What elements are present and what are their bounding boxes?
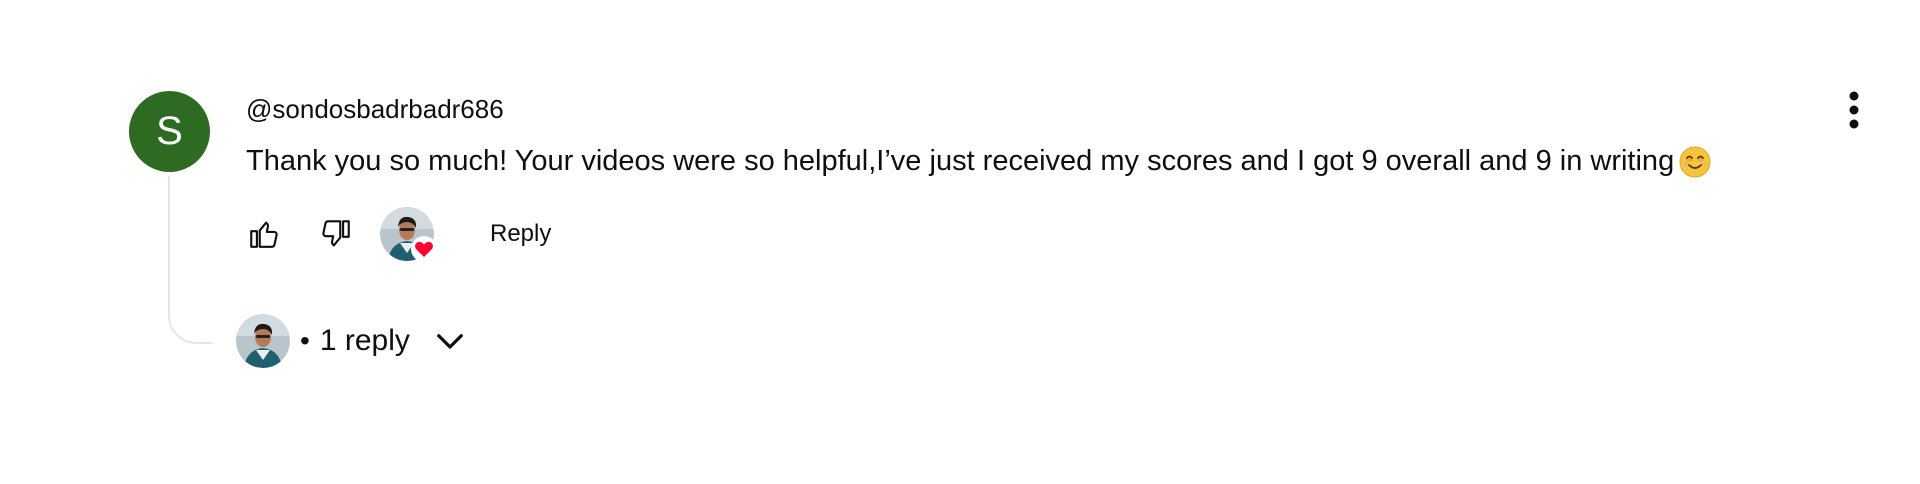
like-button[interactable] [236, 206, 292, 262]
comment-author[interactable]: @sondosbadrbadr686 [246, 94, 504, 125]
thumbs-up-icon [250, 221, 278, 248]
reply-author-avatar [236, 314, 290, 368]
comment-more-actions-button[interactable] [1836, 88, 1872, 132]
author-avatar-letter: S [156, 109, 183, 153]
replies-count: 1 reply [319, 324, 410, 357]
reply-button[interactable]: Reply [474, 210, 567, 258]
view-replies-button[interactable]: • 1 reply [236, 313, 468, 369]
separator-dot: • [300, 325, 310, 356]
heart-icon [411, 236, 437, 262]
comment-action-bar: Reply [236, 206, 567, 262]
more-vert-icon [1849, 91, 1859, 129]
comment-body: Thank you so much! Your videos were so h… [246, 144, 1712, 178]
creator-heart-badge[interactable] [380, 207, 437, 262]
dislike-button[interactable] [308, 206, 364, 262]
comment-thread: S @sondosbadrbadr686 Thank you so much! … [0, 0, 1920, 484]
chevron-down-icon [436, 334, 463, 349]
author-avatar[interactable]: S [129, 91, 210, 172]
smiling-face-emoji-icon [1679, 146, 1711, 178]
thumbs-down-icon [322, 220, 350, 247]
comment-text: Thank you so much! Your videos were so h… [246, 144, 1675, 177]
thread-connector-line [168, 176, 212, 344]
